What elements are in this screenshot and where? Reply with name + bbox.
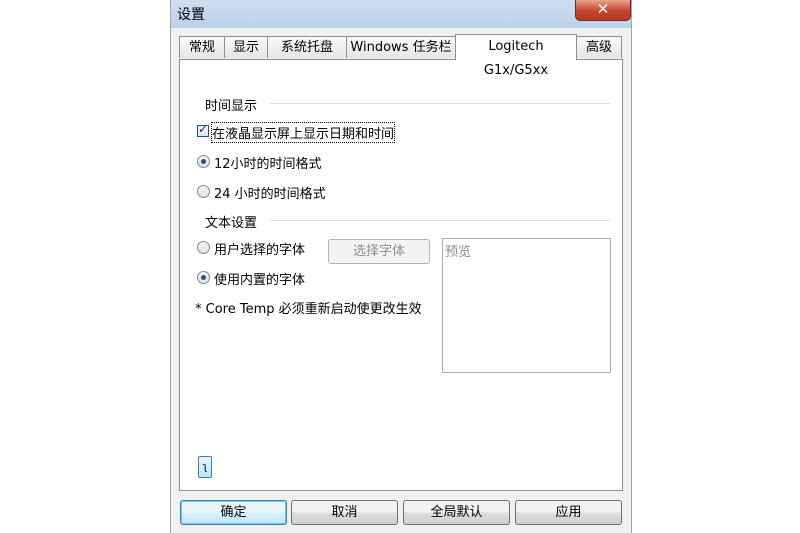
- time-group-divider: [270, 103, 610, 104]
- user-font-radio[interactable]: [197, 241, 210, 254]
- text-group-title: 文本设置: [205, 212, 262, 231]
- radio-selected-dot: [201, 159, 206, 164]
- close-icon: ✕: [596, 0, 610, 18]
- close-button[interactable]: ✕: [575, 0, 631, 21]
- settings-window: 设置 ✕ 常规 显示 系统托盘 Windows 任务栏 Logitech G1x…: [170, 0, 632, 533]
- global-defaults-button[interactable]: 全局默认: [403, 500, 510, 525]
- tab-display-label: 显示: [232, 40, 259, 55]
- user-font-label[interactable]: 用户选择的字体: [214, 239, 305, 258]
- tab-windows-taskbar[interactable]: Windows 任务栏: [346, 36, 456, 58]
- cancel-button[interactable]: 取消: [291, 500, 398, 525]
- restart-note: * Core Temp 必须重新启动使更改生效: [195, 302, 422, 317]
- small-action-icon: ʅ: [202, 460, 208, 473]
- tab-advanced[interactable]: 高级: [576, 36, 622, 58]
- font-preview-box: 预览: [442, 238, 611, 373]
- title-bar[interactable]: 设置 ✕: [171, 0, 631, 28]
- apply-button[interactable]: 应用: [515, 500, 622, 525]
- text-group-divider: [270, 220, 610, 221]
- show-datetime-checkbox[interactable]: ✓: [197, 122, 209, 137]
- window-title: 设置: [177, 7, 205, 23]
- format-12-radio[interactable]: [197, 155, 210, 168]
- small-action-button[interactable]: ʅ: [198, 456, 212, 478]
- ok-button[interactable]: 确定: [180, 500, 287, 525]
- choose-font-button[interactable]: 选择字体: [328, 239, 430, 264]
- tab-logitech-label: Logitech G1x/G5xx: [483, 39, 549, 78]
- builtin-font-label[interactable]: 使用内置的字体: [214, 269, 305, 288]
- tab-general-label: 常规: [188, 40, 215, 55]
- tab-advanced-label: 高级: [585, 40, 612, 55]
- tab-system-tray-label: 系统托盘: [280, 40, 333, 55]
- tab-display[interactable]: 显示: [224, 36, 268, 58]
- format-12-label[interactable]: 12小时的时间格式: [214, 153, 322, 172]
- show-datetime-label[interactable]: 在液晶显示屏上显示日期和时间: [210, 122, 396, 143]
- tab-panel: 时间显示 ✓ 在液晶显示屏上显示日期和时间 12小时的时间格式 24 小时的时间…: [179, 59, 623, 491]
- format-24-label[interactable]: 24 小时的时间格式: [214, 183, 326, 202]
- tab-general[interactable]: 常规: [179, 36, 225, 58]
- time-group-title: 时间显示: [205, 95, 262, 114]
- tab-windows-taskbar-label: Windows 任务栏: [350, 40, 452, 55]
- builtin-font-radio[interactable]: [197, 271, 210, 284]
- tab-logitech[interactable]: Logitech G1x/G5xx: [455, 34, 577, 78]
- radio-selected-dot: [201, 275, 206, 280]
- format-24-radio[interactable]: [197, 185, 210, 198]
- check-icon: ✓: [198, 122, 209, 136]
- tab-system-tray[interactable]: 系统托盘: [267, 36, 347, 58]
- preview-label: 预览: [445, 245, 472, 260]
